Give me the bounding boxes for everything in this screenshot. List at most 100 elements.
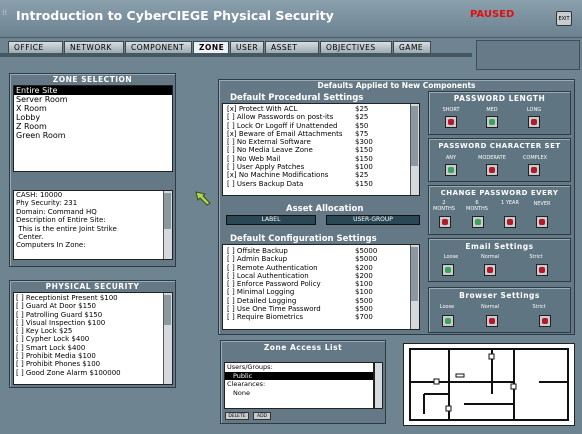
physical-security-title: PHYSICAL SECURITY xyxy=(45,282,140,291)
password-length-short-button[interactable] xyxy=(445,116,457,128)
password-charset-any-button[interactable] xyxy=(445,164,457,176)
config-cost: $500 xyxy=(355,305,373,314)
email-strict-button[interactable] xyxy=(536,264,548,276)
proc-item[interactable]: [ ] No Media Leave Zone $150 xyxy=(223,146,419,154)
scroll-thumb[interactable] xyxy=(164,295,171,325)
zone-item-green-room[interactable]: Green Room xyxy=(14,131,172,140)
config-cost: $700 xyxy=(355,313,373,322)
config-item[interactable]: [ ] Require Biometrics $700 xyxy=(223,313,419,321)
proc-item[interactable]: [x] Beware of Email Attachments $75 xyxy=(223,130,419,138)
proc-item[interactable]: [ ] User Apply Patches $100 xyxy=(223,163,419,171)
ps-prohibit-media[interactable]: [ ] Prohibit Media $100 xyxy=(14,352,172,360)
proc-label: [ ] Lock Or Logoff if Unattended xyxy=(227,121,338,130)
ps-prohibit-phones[interactable]: [ ] Prohibit Phones $100 xyxy=(14,360,172,368)
zone-minimap[interactable] xyxy=(403,343,575,426)
config-item[interactable]: [ ] Remote Authentication $200 xyxy=(223,264,419,272)
email-normal-button[interactable] xyxy=(484,264,496,276)
tab-office[interactable]: OFFICE xyxy=(8,41,63,53)
zone-item-entire-site[interactable]: Entire Site xyxy=(14,86,172,95)
browser-loose-button[interactable] xyxy=(442,315,454,327)
opt-label: Normal xyxy=(480,304,500,310)
password-change-2-months-button[interactable] xyxy=(439,216,451,228)
clearance-none[interactable]: None xyxy=(225,389,373,398)
zone-access-scrollbar[interactable] xyxy=(374,362,383,409)
config-item[interactable]: [ ] Offsite Backup $5000 xyxy=(223,247,419,255)
access-user-public[interactable]: Public xyxy=(225,371,373,380)
config-item[interactable]: [ ] Detailed Logging $500 xyxy=(223,297,419,305)
ps-patrolling-guard[interactable]: [ ] Patrolling Guard $150 xyxy=(14,311,172,319)
config-cost: $100 xyxy=(355,280,373,289)
ps-receptionist[interactable]: [ ] Receptionist Present $100 xyxy=(14,294,172,302)
procedural-list: [x] Protect With ACL $25 [ ] Allow Passwo… xyxy=(222,103,420,196)
proc-item[interactable]: [x] No Machine Modifications $25 xyxy=(223,171,419,179)
proc-item[interactable]: [ ] No Web Mail $150 xyxy=(223,155,419,163)
browser-normal-button[interactable] xyxy=(486,315,498,327)
tab-game[interactable]: GAME xyxy=(393,41,431,53)
config-cost: $200 xyxy=(355,271,373,280)
ps-guard-at-door[interactable]: [ ] Guard At Door $150 xyxy=(14,302,172,310)
proc-item[interactable]: [ ] No External Software $300 xyxy=(223,138,419,146)
proc-item[interactable]: [ ] Lock Or Logoff if Unattended $50 xyxy=(223,122,419,130)
procedural-scrollbar[interactable] xyxy=(410,104,419,195)
configuration-scrollbar[interactable] xyxy=(410,245,419,329)
config-label: [ ] Enforce Password Policy xyxy=(227,280,321,289)
description-line-2: Center. xyxy=(16,233,44,242)
zone-item-server-room[interactable]: Server Room xyxy=(14,95,172,104)
ps-good-zone-alarm[interactable]: [ ] Good Zone Alarm $100000 xyxy=(14,369,172,377)
config-item[interactable]: [ ] Enforce Password Policy $100 xyxy=(223,280,419,288)
browser-strict-button[interactable] xyxy=(539,315,551,327)
label-button[interactable]: LABEL xyxy=(226,215,316,225)
description-label: Description of Entire Site: xyxy=(16,216,106,225)
add-button[interactable]: ADD xyxy=(253,412,271,420)
delete-button[interactable]: DELETE xyxy=(225,412,249,420)
config-item[interactable]: [ ] Use One Time Password $500 xyxy=(223,305,419,313)
phy-security-text: Phy Security: 231 xyxy=(16,199,78,208)
apply-arrow-icon[interactable] xyxy=(193,188,213,208)
drag-handle-icon[interactable]: ⁞⁞ xyxy=(2,9,11,24)
tab-zone[interactable]: ZONE xyxy=(193,41,229,53)
tab-asset[interactable]: ASSET xyxy=(265,41,319,53)
minimap-floorplan xyxy=(409,348,569,421)
exit-button[interactable]: EXIT xyxy=(556,11,572,26)
email-loose-button[interactable] xyxy=(442,264,454,276)
tab-component[interactable]: COMPONENT xyxy=(125,41,192,53)
zone-item-z-room[interactable]: Z Room xyxy=(14,122,172,131)
password-length-long-button[interactable] xyxy=(528,116,540,128)
scroll-thumb[interactable] xyxy=(164,193,171,229)
password-charset-complex-button[interactable] xyxy=(528,164,540,176)
zone-item-x-room[interactable]: X Room xyxy=(14,104,172,113)
config-item[interactable]: [ ] Minimal Logging $100 xyxy=(223,288,419,296)
config-item[interactable]: [ ] Admin Backup $5000 xyxy=(223,255,419,263)
opt-label: COMPLEX xyxy=(522,155,548,161)
ps-key-lock[interactable]: [ ] Key Lock $25 xyxy=(14,327,172,335)
scroll-thumb[interactable] xyxy=(411,247,418,301)
configuration-title: Default Configuration Settings xyxy=(230,234,377,244)
physical-security-scrollbar[interactable] xyxy=(163,293,172,384)
label-button-text: LABEL xyxy=(261,216,281,223)
config-cost: $5000 xyxy=(355,247,378,255)
zone-item-lobby[interactable]: Lobby xyxy=(14,113,172,122)
tab-network[interactable]: NETWORK xyxy=(64,41,124,53)
password-change-title: CHANGE PASSWORD EVERY xyxy=(440,189,559,197)
proc-item[interactable]: [ ] Allow Passwords on post-its $25 xyxy=(223,113,419,121)
password-change-1-year-button[interactable] xyxy=(504,216,516,228)
proc-item[interactable]: [x] Protect With ACL $25 xyxy=(223,105,419,113)
proc-cost: $25 xyxy=(355,171,369,180)
tab-bar: OFFICE NETWORK COMPONENT ZONE USER ASSET… xyxy=(8,41,456,53)
tab-user[interactable]: USER xyxy=(230,41,264,53)
opt-label: Strict xyxy=(532,304,546,310)
proc-cost: $75 xyxy=(355,129,369,138)
user-group-button[interactable]: USER-GROUP xyxy=(326,215,420,225)
ps-smart-lock[interactable]: [ ] Smart Lock $400 xyxy=(14,344,172,352)
zone-info-scrollbar[interactable] xyxy=(163,191,172,259)
password-charset-moderate-button[interactable] xyxy=(486,164,498,176)
password-change-6-months-button[interactable] xyxy=(472,216,484,228)
tab-objectives[interactable]: OBJECTIVES xyxy=(320,41,392,53)
password-length-med-button[interactable] xyxy=(486,116,498,128)
ps-visual-inspection[interactable]: [ ] Visual Inspection $100 xyxy=(14,319,172,327)
password-change-never-button[interactable] xyxy=(536,216,548,228)
ps-cypher-lock[interactable]: [ ] Cypher Lock $400 xyxy=(14,335,172,343)
config-item[interactable]: [ ] Local Authentication $200 xyxy=(223,272,419,280)
scroll-thumb[interactable] xyxy=(411,106,418,166)
proc-item[interactable]: [ ] Users Backup Data $150 xyxy=(223,180,419,188)
